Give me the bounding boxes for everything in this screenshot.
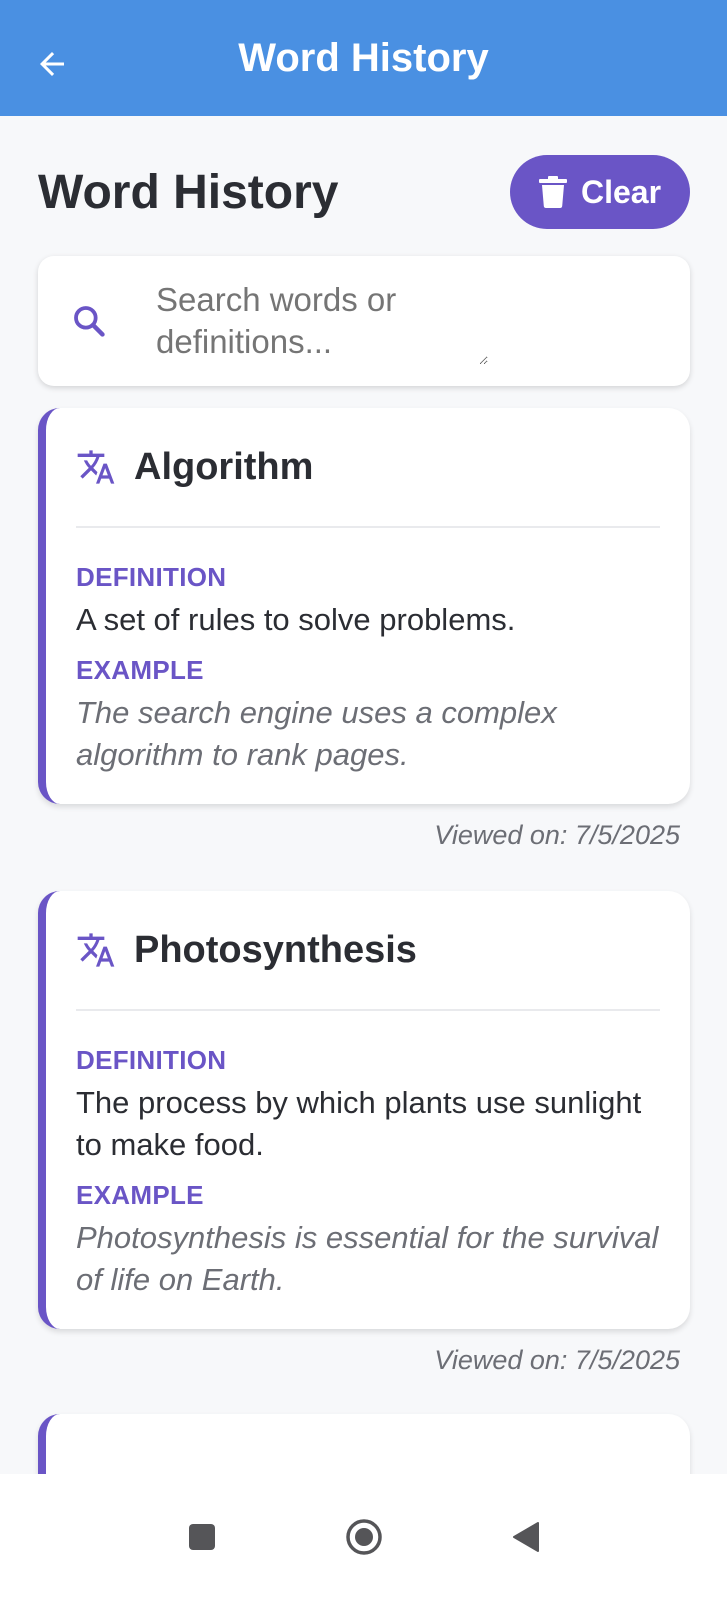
search-icon [64, 296, 114, 346]
home-button[interactable] [339, 1512, 389, 1562]
search-input[interactable] [154, 277, 488, 365]
divider [76, 526, 660, 528]
word-title: Algorithm [134, 445, 314, 488]
definition-label: DEFINITION [76, 1045, 227, 1075]
clear-button[interactable]: Clear [510, 155, 690, 229]
word-title: Photosynthesis [134, 928, 417, 971]
page-header: Word History Clear [38, 154, 690, 230]
divider [76, 1009, 660, 1011]
history-entry[interactable]: Photosynthesis DEFINITION The process by… [38, 891, 690, 1376]
translate-icon [77, 933, 115, 967]
system-nav-bar [0, 1474, 727, 1600]
definition-text: A set of rules to solve problems. [76, 602, 516, 637]
recents-icon [188, 1524, 215, 1550]
word-card[interactable]: Algorithm DEFINITION A set of rules to s… [38, 408, 690, 804]
example-label: EXAMPLE [76, 1180, 204, 1210]
definition-label: DEFINITION [76, 562, 227, 592]
word-card[interactable] [38, 1414, 690, 1474]
example-text: Photosynthesis is essential for the surv… [76, 1220, 659, 1297]
example-label: EXAMPLE [76, 655, 204, 685]
arrow-left-icon [40, 52, 64, 76]
history-entry[interactable] [38, 1414, 690, 1474]
app-bar: Word History [0, 0, 727, 116]
page-title: Word History [38, 165, 339, 219]
system-back-button[interactable] [501, 1512, 551, 1562]
definition-text: The process by which plants use sunlight… [76, 1085, 642, 1162]
recents-button[interactable] [177, 1512, 227, 1562]
translate-icon [77, 450, 115, 484]
word-card[interactable]: Photosynthesis DEFINITION The process by… [38, 891, 690, 1329]
viewed-date: Viewed on: 7/5/2025 [434, 820, 680, 850]
main-content: Word History Clear Algorithm [0, 116, 727, 1474]
word-row: Photosynthesis [76, 921, 660, 979]
back-button[interactable] [30, 42, 74, 86]
viewed-date: Viewed on: 7/5/2025 [434, 1345, 680, 1375]
home-icon [345, 1519, 382, 1555]
trash-icon [538, 176, 567, 208]
word-row: Algorithm [76, 438, 660, 496]
history-entry[interactable]: Algorithm DEFINITION A set of rules to s… [38, 408, 690, 851]
back-triangle-icon [512, 1522, 539, 1552]
search-bar[interactable] [38, 256, 690, 386]
app-bar-title: Word History [238, 35, 489, 80]
clear-button-label: Clear [580, 173, 662, 210]
example-text: The search engine uses a complex algorit… [76, 695, 557, 772]
